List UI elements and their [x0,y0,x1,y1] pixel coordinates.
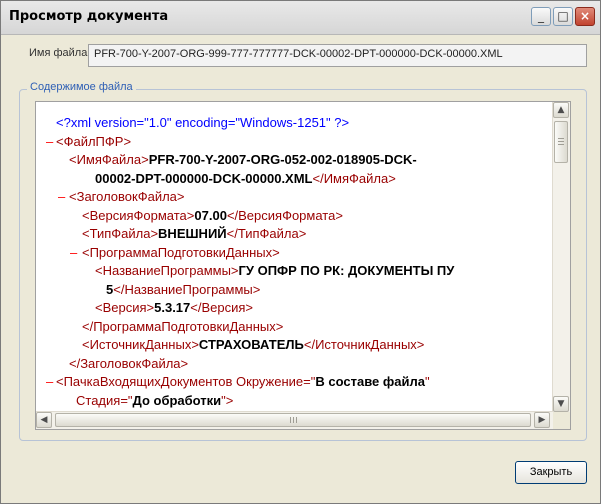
minimize-button[interactable]: _ [531,7,551,26]
xml-tag: </ВерсияФормата> [226,207,343,223]
scroll-up-icon[interactable]: ▲ [553,102,569,118]
xml-tag: </ЗаголовокФайла> [69,355,189,371]
close-window-button[interactable]: × [575,7,595,26]
xml-line: <ТипФайла>ВНЕШНИЙ</ТипФайла> [82,226,306,241]
xml-value: 5.3.17 [154,300,191,315]
xml-value: В составе файла [315,374,425,389]
xml-tag: <ИмяФайла> [69,152,149,167]
xml-line: <ПачкаВходящихДокументов Окружение="В со… [56,374,430,389]
document-viewer-window: Просмотр документа _ □ × Имя файла PFR-7… [0,0,601,504]
xml-tag: " [424,374,430,389]
xml-tag: <ПачкаВходящихДокументов Окружение=" [56,374,316,389]
xml-declaration: <?xml version="1.0" encoding="Windows-12… [56,115,350,130]
xml-tag: "> [221,392,234,408]
xml-value: PFR-700-Y-2007-ORG-052-002-018905-DCK- [148,152,417,167]
grip-line-icon [558,141,564,142]
xml-tag: <Версия> [95,300,155,315]
xml-tag: <НазваниеПрограммы> [95,263,239,278]
xml-line: <ВерсияФормата>07.00</ВерсияФормата> [82,208,343,223]
xml-value: ВНЕШНИЙ [158,226,227,241]
xml-line: 00002-DPT-000000-DCK-00000.XML</ИмяФайла… [95,171,396,186]
grip-line-icon [296,417,297,423]
xml-line: 5</НазваниеПрограммы> [106,282,260,297]
xml-tag: <ТипФайла> [82,226,159,241]
grip-line-icon [558,138,564,139]
xml-tag: <ВерсияФормата> [82,207,195,223]
xml-tag: <ЗаголовокФайла> [69,189,185,204]
scroll-right-icon[interactable]: ▶ [534,412,550,428]
window-title: Просмотр документа [9,9,169,24]
xml-line: </ПрограммаПодготовкиДанных> [82,319,283,334]
xml-line: <НазваниеПрограммы>ГУ ОПФР ПО РК: ДОКУМЕ… [95,263,454,278]
xml-tag: </ПрограммаПодготовкиДанных> [82,318,284,334]
xml-tag: </ИсточникДанных> [303,337,425,352]
xml-value: До обработки [132,392,222,408]
scroll-left-icon[interactable]: ◀ [36,412,52,428]
vertical-scrollbar[interactable]: ▲ ▼ [552,102,570,412]
close-button[interactable]: Закрыть [515,461,587,484]
xml-content-viewer[interactable]: <?xml version="1.0" encoding="Windows-12… [35,101,571,430]
xml-value: СТРАХОВАТЕЛЬ [198,337,304,352]
xml-tag: </ТипФайла> [226,226,307,241]
xml-viewport: <?xml version="1.0" encoding="Windows-12… [36,102,553,412]
xml-tag: <ПрограммаПодготовкиДанных> [82,244,280,260]
xml-line: <ФайлПФР> [56,134,131,149]
xml-line: <ПрограммаПодготовкиДанных> [82,245,280,260]
xml-line: <Версия>5.3.17</Версия> [95,300,253,315]
scroll-corner [553,412,570,429]
xml-tag: </Версия> [190,300,254,315]
collapse-toggle-icon[interactable]: – [58,189,65,204]
xml-line: <ИсточникДанных>СТРАХОВАТЕЛЬ</ИсточникДа… [82,337,424,352]
xml-line: </ЗаголовокФайла> [69,356,188,371]
file-content-group-label: Содержимое файла [27,81,136,93]
title-bar[interactable]: Просмотр документа _ □ × [1,1,600,35]
xml-tag: <ФайлПФР> [56,133,132,149]
vertical-scroll-thumb[interactable] [554,121,568,163]
grip-line-icon [290,417,291,423]
grip-line-icon [558,144,564,145]
xml-value: 07.00 [194,207,227,223]
xml-tag: Стадия=" [76,392,133,408]
xml-line: Стадия="До обработки"> [76,393,233,408]
collapse-toggle-icon[interactable]: – [46,374,53,389]
collapse-toggle-icon[interactable]: – [70,245,77,260]
horizontal-scroll-thumb[interactable] [55,413,531,427]
maximize-button[interactable]: □ [553,7,573,26]
horizontal-scrollbar[interactable]: ◀ ▶ [36,411,553,429]
xml-tag: <ИсточникДанных> [82,337,199,352]
xml-line: <ИмяФайла>PFR-700-Y-2007-ORG-052-002-018… [69,152,417,167]
xml-line: <ЗаголовокФайла> [69,189,185,204]
xml-tag: </ИмяФайла> [312,170,396,186]
collapse-toggle-icon[interactable]: – [46,134,53,149]
xml-value: 00002-DPT-000000-DCK-00000.XML [95,170,313,186]
file-name-field[interactable]: PFR-700-Y-2007-ORG-999-777-777777-DCK-00… [88,44,587,67]
grip-line-icon [293,417,294,423]
file-name-label: Имя файла [29,47,88,59]
scroll-down-icon[interactable]: ▼ [553,396,569,412]
xml-tag: </НазваниеПрограммы> [113,281,261,297]
xml-line: <?xml version="1.0" encoding="Windows-12… [56,115,349,130]
xml-value: ГУ ОПФР ПО РК: ДОКУМЕНТЫ ПУ [238,263,455,278]
